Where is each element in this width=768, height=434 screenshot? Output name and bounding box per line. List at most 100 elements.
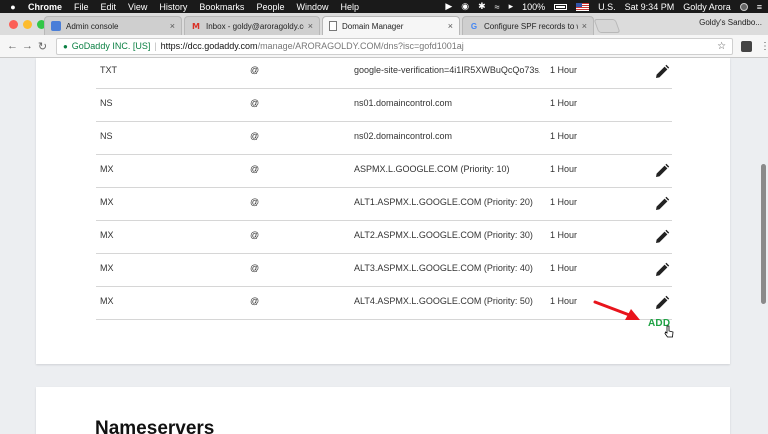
scrollbar-thumb[interactable] xyxy=(761,164,766,304)
menu-people[interactable]: People xyxy=(256,2,284,12)
close-tab-icon[interactable]: × xyxy=(170,21,175,31)
lock-icon[interactable]: ● xyxy=(63,42,68,51)
record-type: MX xyxy=(100,296,114,306)
record-host: @ xyxy=(250,65,260,75)
record-type: NS xyxy=(100,131,113,141)
record-host: @ xyxy=(250,164,260,174)
hand-cursor-icon xyxy=(664,325,674,338)
gmail-icon: M xyxy=(192,21,200,31)
url-host: https://dcc.godaddy.com xyxy=(160,41,258,51)
edit-pencil-icon[interactable] xyxy=(654,196,670,212)
menubar-user[interactable]: Goldy Arora xyxy=(683,2,731,12)
new-tab-button[interactable] xyxy=(593,19,621,33)
red-arrow-annotation xyxy=(593,300,640,320)
edit-pencil-icon[interactable] xyxy=(654,262,670,278)
edit-pencil-icon[interactable] xyxy=(654,295,670,311)
address-separator: | xyxy=(154,41,157,51)
dns-record-row: MX @ ALT3.ASPMX.L.GOOGLE.COM (Priority: 40… xyxy=(96,254,672,287)
page-content: TXT @ google-site-verification=4i1IR5XWBuQ… xyxy=(0,58,768,434)
edit-pencil-icon[interactable] xyxy=(654,163,670,179)
record-host: @ xyxy=(250,263,260,273)
address-bar[interactable]: ● GoDaddy INC. [US] | https://dcc.godadd… xyxy=(55,37,734,55)
menu-file[interactable]: File xyxy=(74,2,89,12)
nameservers-heading: Nameservers xyxy=(95,418,215,434)
battery-percent: 100% xyxy=(522,1,546,12)
us-flag-icon[interactable] xyxy=(576,2,590,11)
edit-pencil-icon[interactable] xyxy=(654,64,670,80)
menu-window[interactable]: Window xyxy=(296,2,328,12)
menu-app-name[interactable]: Chrome xyxy=(28,2,62,12)
minimize-window-button[interactable] xyxy=(23,20,32,29)
dns-records-card: TXT @ google-site-verification=4i1IR5XWBuQ… xyxy=(36,58,730,364)
edit-pencil-icon[interactable] xyxy=(654,229,670,245)
menubar-clock[interactable]: Sat 9:34 PM xyxy=(625,2,675,12)
tab-label: Admin console xyxy=(66,21,119,31)
url-path: /manage/ARORAGOLDY.COM/dns?isc=gofd1001a… xyxy=(257,41,464,51)
record-host: @ xyxy=(250,98,260,108)
back-arrow-icon[interactable]: ← xyxy=(5,40,20,52)
screen-record-icon[interactable]: ▶ xyxy=(445,1,452,12)
record-type: MX xyxy=(100,197,114,207)
record-type: MX xyxy=(100,230,114,240)
dns-record-row: NS @ ns02.domaincontrol.com 1 Hour xyxy=(96,122,672,155)
close-window-button[interactable] xyxy=(9,20,18,29)
close-tab-icon[interactable]: × xyxy=(448,21,453,31)
nameservers-card: Nameservers xyxy=(36,387,730,434)
menu-bookmarks[interactable]: Bookmarks xyxy=(199,2,244,12)
reload-icon[interactable]: ↻ xyxy=(35,40,50,53)
chrome-menu-icon[interactable]: ⋮ xyxy=(760,41,768,52)
record-value: ALT2.ASPMX.L.GOOGLE.COM (Priority: 30) xyxy=(354,230,533,240)
record-ttl: 1 Hour xyxy=(550,197,578,207)
record-ttl: 1 Hour xyxy=(550,65,578,75)
wifi-icon[interactable]: ≈ xyxy=(495,2,500,12)
record-ttl: 1 Hour xyxy=(550,131,578,141)
tab-inbox[interactable]: M Inbox - goldy@aroragoldy.com × xyxy=(184,16,320,35)
record-value: ALT3.ASPMX.L.GOOGLE.COM (Priority: 40) xyxy=(354,263,533,273)
notification-center-icon[interactable]: ≡ xyxy=(757,2,762,12)
record-value: ns01.domaincontrol.com xyxy=(354,98,453,108)
document-icon xyxy=(329,21,337,31)
browser-tab-strip: Admin console × M Inbox - goldy@aroragol… xyxy=(0,13,768,35)
dns-record-row: NS @ ns01.domaincontrol.com 1 Hour xyxy=(96,89,672,122)
record-value: ALT1.ASPMX.L.GOOGLE.COM (Priority: 20) xyxy=(354,197,533,207)
record-type: NS xyxy=(100,98,113,108)
tab-configure-spf[interactable]: G Configure SPF records to work × xyxy=(462,16,594,35)
battery-icon[interactable] xyxy=(554,3,568,10)
record-type: MX xyxy=(100,263,114,273)
input-source-label[interactable]: U.S. xyxy=(598,2,616,12)
tab-label: Configure SPF records to work xyxy=(484,21,578,31)
siri-icon[interactable] xyxy=(739,2,748,11)
close-tab-icon[interactable]: × xyxy=(308,21,313,31)
close-tab-icon[interactable]: × xyxy=(582,21,587,31)
admin-console-icon xyxy=(51,21,61,31)
menu-view[interactable]: View xyxy=(128,2,147,12)
tab-label: Inbox - goldy@aroragoldy.com xyxy=(206,21,304,31)
extension-status-icon[interactable]: ◉ xyxy=(461,1,469,12)
record-host: @ xyxy=(250,230,260,240)
site-identity-label[interactable]: GoDaddy INC. [US] xyxy=(72,41,151,51)
dns-record-row: MX @ ALT4.ASPMX.L.GOOGLE.COM (Priority: 50… xyxy=(96,287,672,320)
bluetooth-icon[interactable]: ✱ xyxy=(478,1,486,12)
volume-icon[interactable]: ▸ xyxy=(509,1,514,12)
record-value: ASPMX.L.GOOGLE.COM (Priority: 10) xyxy=(354,164,510,174)
dns-record-row: MX @ ALT2.ASPMX.L.GOOGLE.COM (Priority: 30… xyxy=(96,221,672,254)
dns-record-row: MX @ ALT1.ASPMX.L.GOOGLE.COM (Priority: 20… xyxy=(96,188,672,221)
page-scrollbar[interactable] xyxy=(758,58,768,434)
record-type: TXT xyxy=(100,65,117,75)
menu-edit[interactable]: Edit xyxy=(101,2,117,12)
forward-arrow-icon[interactable]: → xyxy=(20,40,35,52)
tab-label: Domain Manager xyxy=(342,21,404,31)
menu-help[interactable]: Help xyxy=(340,2,359,12)
apple-icon[interactable]: ● xyxy=(6,2,20,12)
macos-menu-bar: ● Chrome File Edit View History Bookmark… xyxy=(0,0,768,13)
tab-domain-manager[interactable]: Domain Manager × xyxy=(322,16,460,35)
extension-icon[interactable] xyxy=(741,40,753,52)
record-ttl: 1 Hour xyxy=(550,263,578,273)
record-ttl: 1 Hour xyxy=(550,296,578,306)
tab-admin-console[interactable]: Admin console × xyxy=(44,16,182,35)
profile-button[interactable]: Goldy's Sandbo... xyxy=(699,18,762,27)
record-value: ns02.domaincontrol.com xyxy=(354,131,453,141)
record-value: ALT4.ASPMX.L.GOOGLE.COM (Priority: 50) xyxy=(354,296,533,306)
bookmark-star-icon[interactable]: ☆ xyxy=(717,41,726,52)
menu-history[interactable]: History xyxy=(159,2,187,12)
